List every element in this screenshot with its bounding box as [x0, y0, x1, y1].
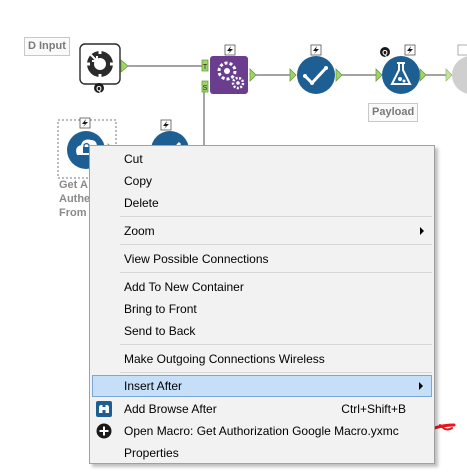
menu-item-bring-front[interactable]: Bring to Front — [92, 298, 432, 320]
menu-item-label: Add To New Container — [124, 280, 244, 294]
svg-text:Q: Q — [382, 50, 388, 57]
menu-separator — [120, 272, 432, 273]
auth-tool-label-line-1: Get A — [59, 179, 88, 191]
menu-item-label: Send to Back — [124, 324, 196, 338]
add-circle-icon — [96, 423, 112, 439]
menu-item-label: Copy — [124, 174, 153, 188]
auth-tool-label-line-2: Authe — [59, 193, 91, 205]
input-tool[interactable]: Q — [79, 43, 121, 93]
submenu-arrow-icon — [420, 227, 424, 235]
menu-item-copy[interactable]: Copy — [92, 170, 432, 192]
menu-item-label: Open Macro: Get Authorization Google Mac… — [124, 424, 399, 438]
menu-item-label: Insert After — [124, 379, 183, 393]
offscreen-tool[interactable] — [445, 44, 467, 94]
menu-item-label: Delete — [124, 196, 159, 210]
output-anchor[interactable] — [335, 68, 343, 82]
menu-item-label: Zoom — [124, 224, 155, 238]
output-anchor[interactable] — [120, 59, 129, 73]
menu-item-label: Bring to Front — [124, 302, 197, 316]
menu-item-label: Make Outgoing Connections Wireless — [124, 352, 325, 366]
menu-item-properties[interactable]: Properties — [92, 442, 432, 464]
menu-item-send-back[interactable]: Send to Back — [92, 320, 432, 342]
menu-item-open-macro[interactable]: Open Macro: Get Authorization Google Mac… — [92, 420, 432, 442]
auth-tool-label-line-3: From — [59, 207, 87, 219]
svg-text:T: T — [203, 64, 208, 71]
menu-item-shortcut: Ctrl+Shift+B — [341, 402, 406, 416]
menu-item-label: Cut — [124, 152, 143, 166]
menu-item-delete[interactable]: Delete — [92, 192, 432, 214]
developer-tool[interactable]: T S — [201, 44, 248, 94]
menu-item-wireless[interactable]: Make Outgoing Connections Wireless — [92, 348, 432, 370]
test-tool[interactable] — [289, 44, 335, 94]
menu-separator — [120, 372, 432, 373]
payload-tool-label: Payload — [368, 103, 419, 122]
svg-text:S: S — [203, 85, 208, 92]
submenu-arrow-icon — [419, 382, 423, 390]
menu-item-insert-after[interactable]: Insert After — [92, 375, 432, 397]
menu-item-view-connections[interactable]: View Possible Connections — [92, 248, 432, 270]
menu-separator — [120, 216, 432, 217]
input-tool-label: D Input — [24, 37, 70, 56]
menu-item-label: Add Browse After — [124, 402, 217, 416]
menu-item-add-browse-after[interactable]: Add Browse After Ctrl+Shift+B — [92, 398, 432, 420]
payload-tool[interactable]: Q — [375, 44, 420, 94]
menu-separator — [120, 344, 432, 345]
binoculars-icon — [96, 401, 112, 417]
output-anchor[interactable] — [419, 68, 427, 82]
menu-item-label: Properties — [124, 446, 179, 460]
menu-item-zoom[interactable]: Zoom — [92, 220, 432, 242]
context-menu: Cut Copy Delete Zoom View Possible Conne… — [89, 145, 435, 464]
menu-separator — [120, 244, 432, 245]
menu-item-cut[interactable]: Cut — [92, 148, 432, 170]
svg-text:Q: Q — [96, 86, 102, 93]
menu-item-add-container[interactable]: Add To New Container — [92, 276, 432, 298]
output-anchor[interactable] — [249, 68, 257, 82]
menu-item-label: View Possible Connections — [124, 252, 269, 266]
